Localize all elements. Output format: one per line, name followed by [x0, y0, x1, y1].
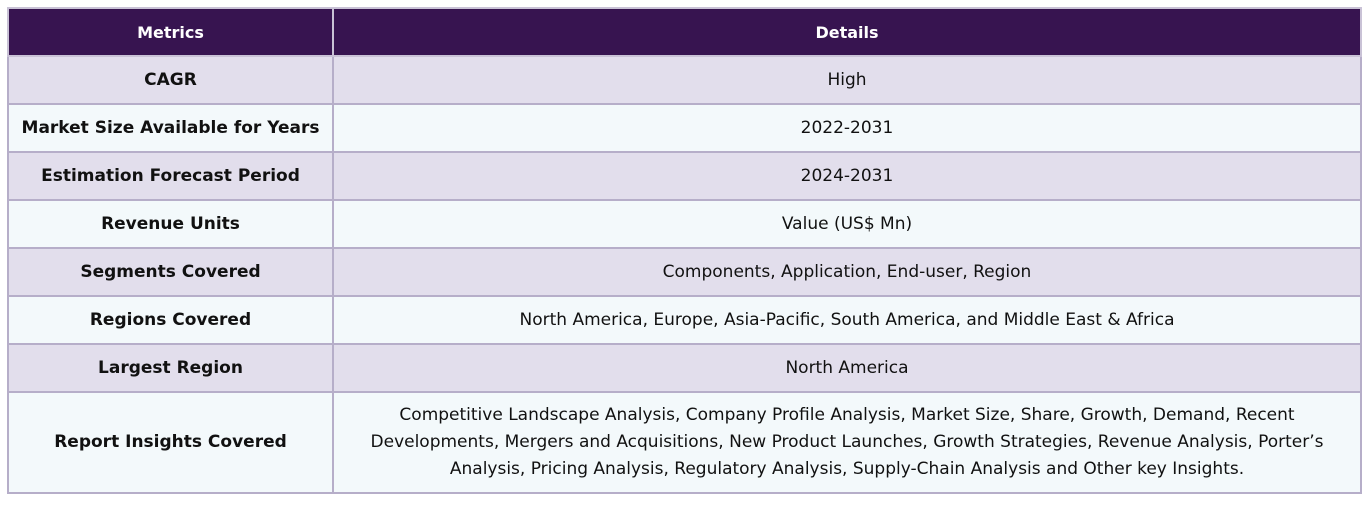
metric-cell: Regions Covered [7, 295, 334, 345]
table-header-row: Metrics Details [7, 7, 1362, 57]
details-cell: Competitive Landscape Analysis, Company … [332, 391, 1362, 494]
metrics-table-container: Metrics Details CAGR High Market Size Av… [7, 7, 1362, 494]
details-cell: North America [332, 343, 1362, 393]
metric-cell: Estimation Forecast Period [7, 151, 334, 201]
details-cell: Value (US$ Mn) [332, 199, 1362, 249]
metric-cell: Market Size Available for Years [7, 103, 334, 153]
metric-cell: Segments Covered [7, 247, 334, 297]
table-row: Estimation Forecast Period 2024-2031 [7, 151, 1362, 201]
details-cell: 2024-2031 [332, 151, 1362, 201]
table-row: Regions Covered North America, Europe, A… [7, 295, 1362, 345]
details-cell: North America, Europe, Asia-Pacific, Sou… [332, 295, 1362, 345]
metric-cell: Report Insights Covered [7, 391, 334, 494]
table-row: CAGR High [7, 55, 1362, 105]
metrics-table: Metrics Details CAGR High Market Size Av… [7, 7, 1362, 494]
table-row: Market Size Available for Years 2022-203… [7, 103, 1362, 153]
table-row: Segments Covered Components, Application… [7, 247, 1362, 297]
details-cell: Components, Application, End-user, Regio… [332, 247, 1362, 297]
header-details: Details [332, 7, 1362, 57]
metric-cell: CAGR [7, 55, 334, 105]
table-row: Largest Region North America [7, 343, 1362, 393]
table-row: Revenue Units Value (US$ Mn) [7, 199, 1362, 249]
header-metrics: Metrics [7, 7, 334, 57]
table-row: Report Insights Covered Competitive Land… [7, 391, 1362, 494]
details-cell: High [332, 55, 1362, 105]
metric-cell: Revenue Units [7, 199, 334, 249]
details-cell: 2022-2031 [332, 103, 1362, 153]
metric-cell: Largest Region [7, 343, 334, 393]
